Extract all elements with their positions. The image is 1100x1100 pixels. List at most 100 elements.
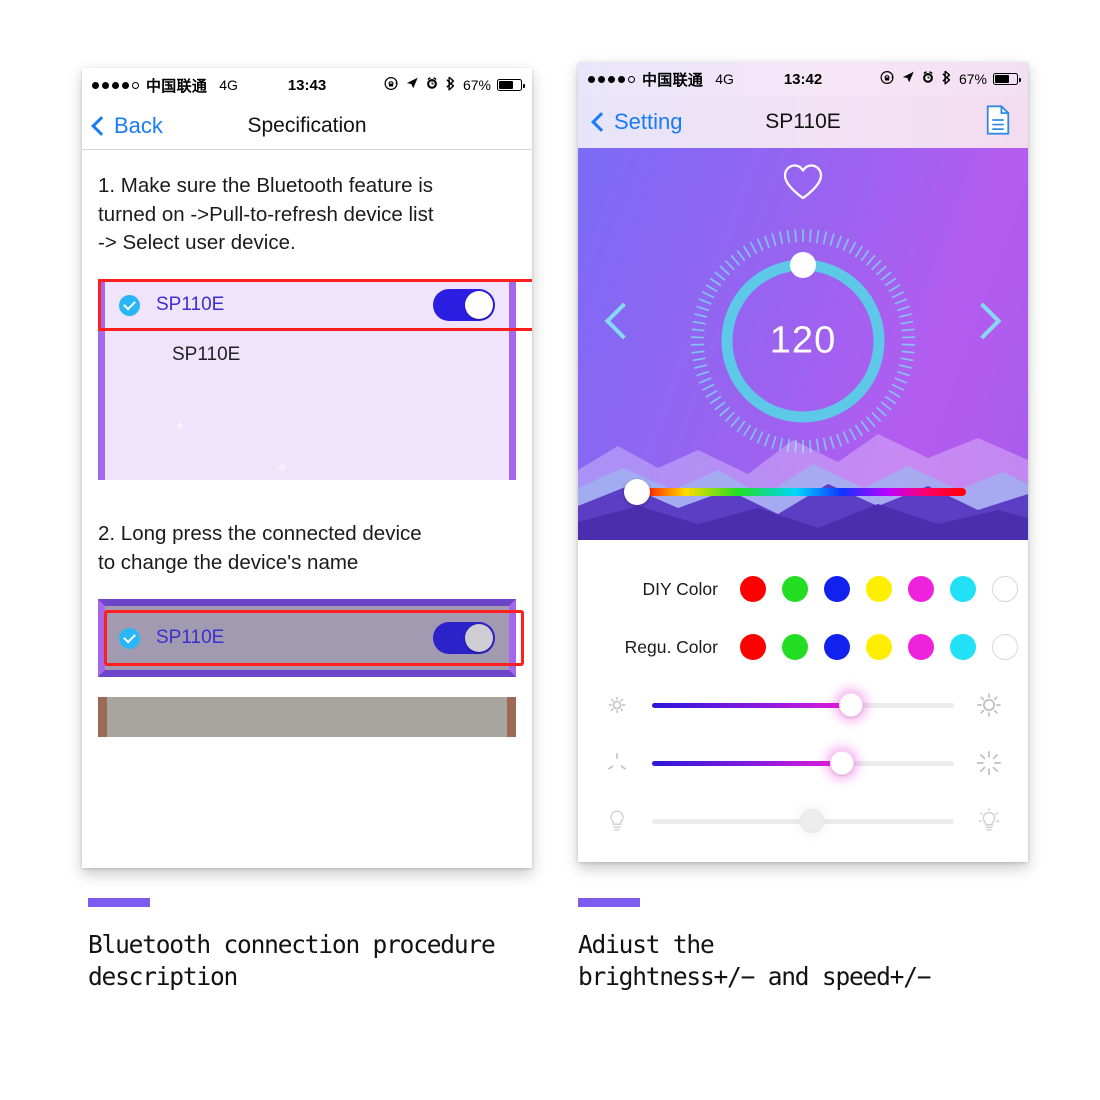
location-arrow-icon [901, 70, 915, 88]
right-phone-screenshot: 中国联通 4G 13:42 67% Setting SP110E 120 DIY… [578, 62, 1028, 862]
warmth-slider-knob[interactable] [800, 809, 825, 833]
device-name-label: SP110E [156, 294, 225, 316]
status-bar-right: 67% [880, 70, 1021, 89]
hue-slider-knob[interactable] [624, 479, 650, 505]
carrier-name: 中国联通 [146, 77, 208, 95]
chevron-left-icon [91, 115, 111, 136]
diy-color-swatches [740, 576, 1018, 602]
regu-color-row: Regu. Color [578, 618, 1028, 676]
status-bar-left: 中国联通 4G [92, 75, 238, 96]
device-list-panel-1: SP110E SP110E ✦ ✦ [98, 279, 532, 481]
speed-slider-track[interactable] [652, 751, 954, 775]
document-icon[interactable] [984, 104, 1012, 141]
controls-panel: DIY Color Regu. Color [578, 540, 1028, 850]
brightness-high-icon [972, 691, 1006, 719]
heart-outline-icon[interactable] [781, 162, 825, 207]
left-status-bar: 中国联通 4G 13:43 67% [82, 68, 532, 102]
color-swatch[interactable] [866, 576, 892, 602]
status-bar-right: 67% [384, 76, 525, 95]
color-swatch[interactable] [950, 576, 976, 602]
chevron-right-icon[interactable] [964, 302, 1002, 340]
check-circle-icon [119, 294, 140, 316]
device-list-panel-2: SP110E [98, 599, 524, 678]
hue-slider[interactable] [624, 479, 966, 505]
brightness-low-icon [600, 693, 634, 717]
device-row-available[interactable]: SP110E [105, 330, 509, 380]
color-swatch[interactable] [782, 634, 808, 660]
specification-content: 1. Make sure the Bluetooth feature is tu… [82, 172, 532, 738]
color-swatch[interactable] [992, 634, 1018, 660]
speed-high-icon [972, 749, 1006, 777]
alarm-clock-icon [921, 70, 935, 88]
network-type: 4G [715, 71, 734, 87]
rotation-lock-icon [384, 76, 399, 95]
mountain-decoration [578, 434, 1028, 540]
effect-preview-area: 120 [578, 148, 1028, 540]
brightness-slider-knob[interactable] [839, 693, 864, 717]
color-swatch[interactable] [740, 634, 766, 660]
color-swatch[interactable] [866, 634, 892, 660]
color-swatch[interactable] [908, 576, 934, 602]
back-button-label: Back [114, 112, 163, 138]
color-swatch[interactable] [782, 576, 808, 602]
right-nav-bar: Setting SP110E [578, 96, 1028, 148]
signal-strength-dots [588, 75, 635, 83]
diy-color-row: DIY Color [578, 560, 1028, 618]
location-arrow-icon [405, 76, 419, 94]
diy-color-label: DIY Color [642, 578, 718, 599]
color-swatch[interactable] [824, 634, 850, 660]
chevron-left-icon [591, 112, 611, 132]
device-row-longpress[interactable]: SP110E [105, 606, 509, 670]
bulb-on-icon [972, 807, 1006, 835]
speed-slider-knob[interactable] [830, 751, 855, 775]
rotation-lock-icon [880, 70, 895, 89]
battery-icon [993, 73, 1021, 85]
network-type: 4G [219, 77, 238, 93]
device-row-connected[interactable]: SP110E [105, 280, 509, 330]
battery-icon [497, 79, 525, 91]
alarm-clock-icon [425, 76, 439, 94]
bluetooth-icon [445, 76, 457, 95]
device-name-label: SP110E [156, 627, 225, 649]
bulb-off-icon [600, 808, 634, 834]
step-1-text: 1. Make sure the Bluetooth feature is tu… [98, 174, 434, 255]
color-swatch[interactable] [908, 634, 934, 660]
signal-strength-dots [92, 81, 139, 89]
dial-value-label: 120 [769, 319, 837, 362]
bluetooth-icon [941, 70, 953, 89]
setting-back-label: Setting [614, 109, 683, 134]
speed-slider-row [578, 734, 1028, 792]
color-swatch[interactable] [740, 576, 766, 602]
warmth-slider-track[interactable] [652, 809, 954, 833]
battery-percent: 67% [958, 71, 987, 87]
back-button[interactable]: Back [91, 112, 163, 139]
brightness-slider-row [578, 676, 1028, 734]
device-connect-toggle[interactable] [433, 289, 495, 322]
regu-color-swatches [740, 634, 1018, 660]
device-connect-toggle[interactable] [433, 622, 495, 655]
battery-percent: 67% [462, 77, 491, 93]
left-caption-text: Bluetooth connection procedure descripti… [88, 930, 496, 992]
caption-accent-rule [578, 898, 640, 907]
device-name-label: SP110E [172, 344, 241, 366]
left-caption: Bluetooth connection procedure descripti… [88, 898, 558, 994]
color-swatch[interactable] [950, 634, 976, 660]
color-swatch[interactable] [824, 576, 850, 602]
carrier-name: 中国联通 [642, 71, 704, 89]
color-swatch[interactable] [992, 576, 1018, 602]
cloud-decoration-icon: ✦ [175, 418, 186, 434]
right-status-bar: 中国联通 4G 13:42 67% [578, 62, 1028, 96]
warmth-slider-row [578, 792, 1028, 850]
status-bar-left: 中国联通 4G [588, 69, 734, 90]
right-caption: Adiust the brightness+/− and speed+/− [578, 898, 1048, 994]
setting-back-button[interactable]: Setting [591, 109, 683, 135]
caption-accent-rule [88, 898, 150, 907]
right-caption-text: Adiust the brightness+/− and speed+/− [578, 930, 932, 992]
regu-color-label: Regu. Color [624, 636, 718, 657]
left-phone-screenshot: 中国联通 4G 13:43 67% Back Specification 1. … [82, 68, 532, 868]
cloud-decoration-icon: ✦ [275, 458, 290, 478]
left-nav-bar: Back Specification [82, 102, 532, 150]
step-2-text: 2. Long press the connected device to ch… [98, 522, 422, 574]
chevron-left-icon[interactable] [604, 302, 642, 340]
brightness-slider-track[interactable] [652, 693, 954, 717]
